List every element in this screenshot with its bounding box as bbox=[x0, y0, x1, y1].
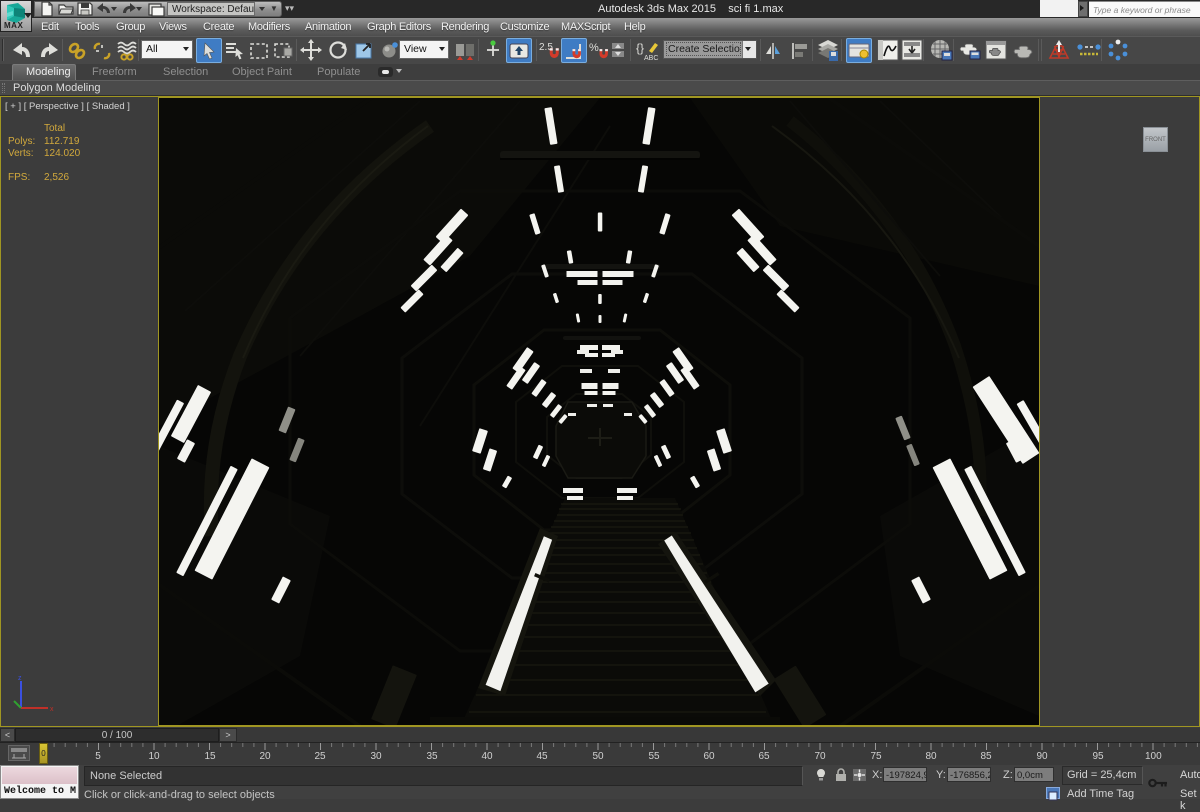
svg-text:%: % bbox=[589, 42, 599, 54]
svg-text:z: z bbox=[18, 676, 22, 682]
svg-text:ABC: ABC bbox=[644, 55, 658, 61]
svg-text:{}: {} bbox=[636, 41, 644, 55]
svg-text:x: x bbox=[50, 706, 54, 713]
